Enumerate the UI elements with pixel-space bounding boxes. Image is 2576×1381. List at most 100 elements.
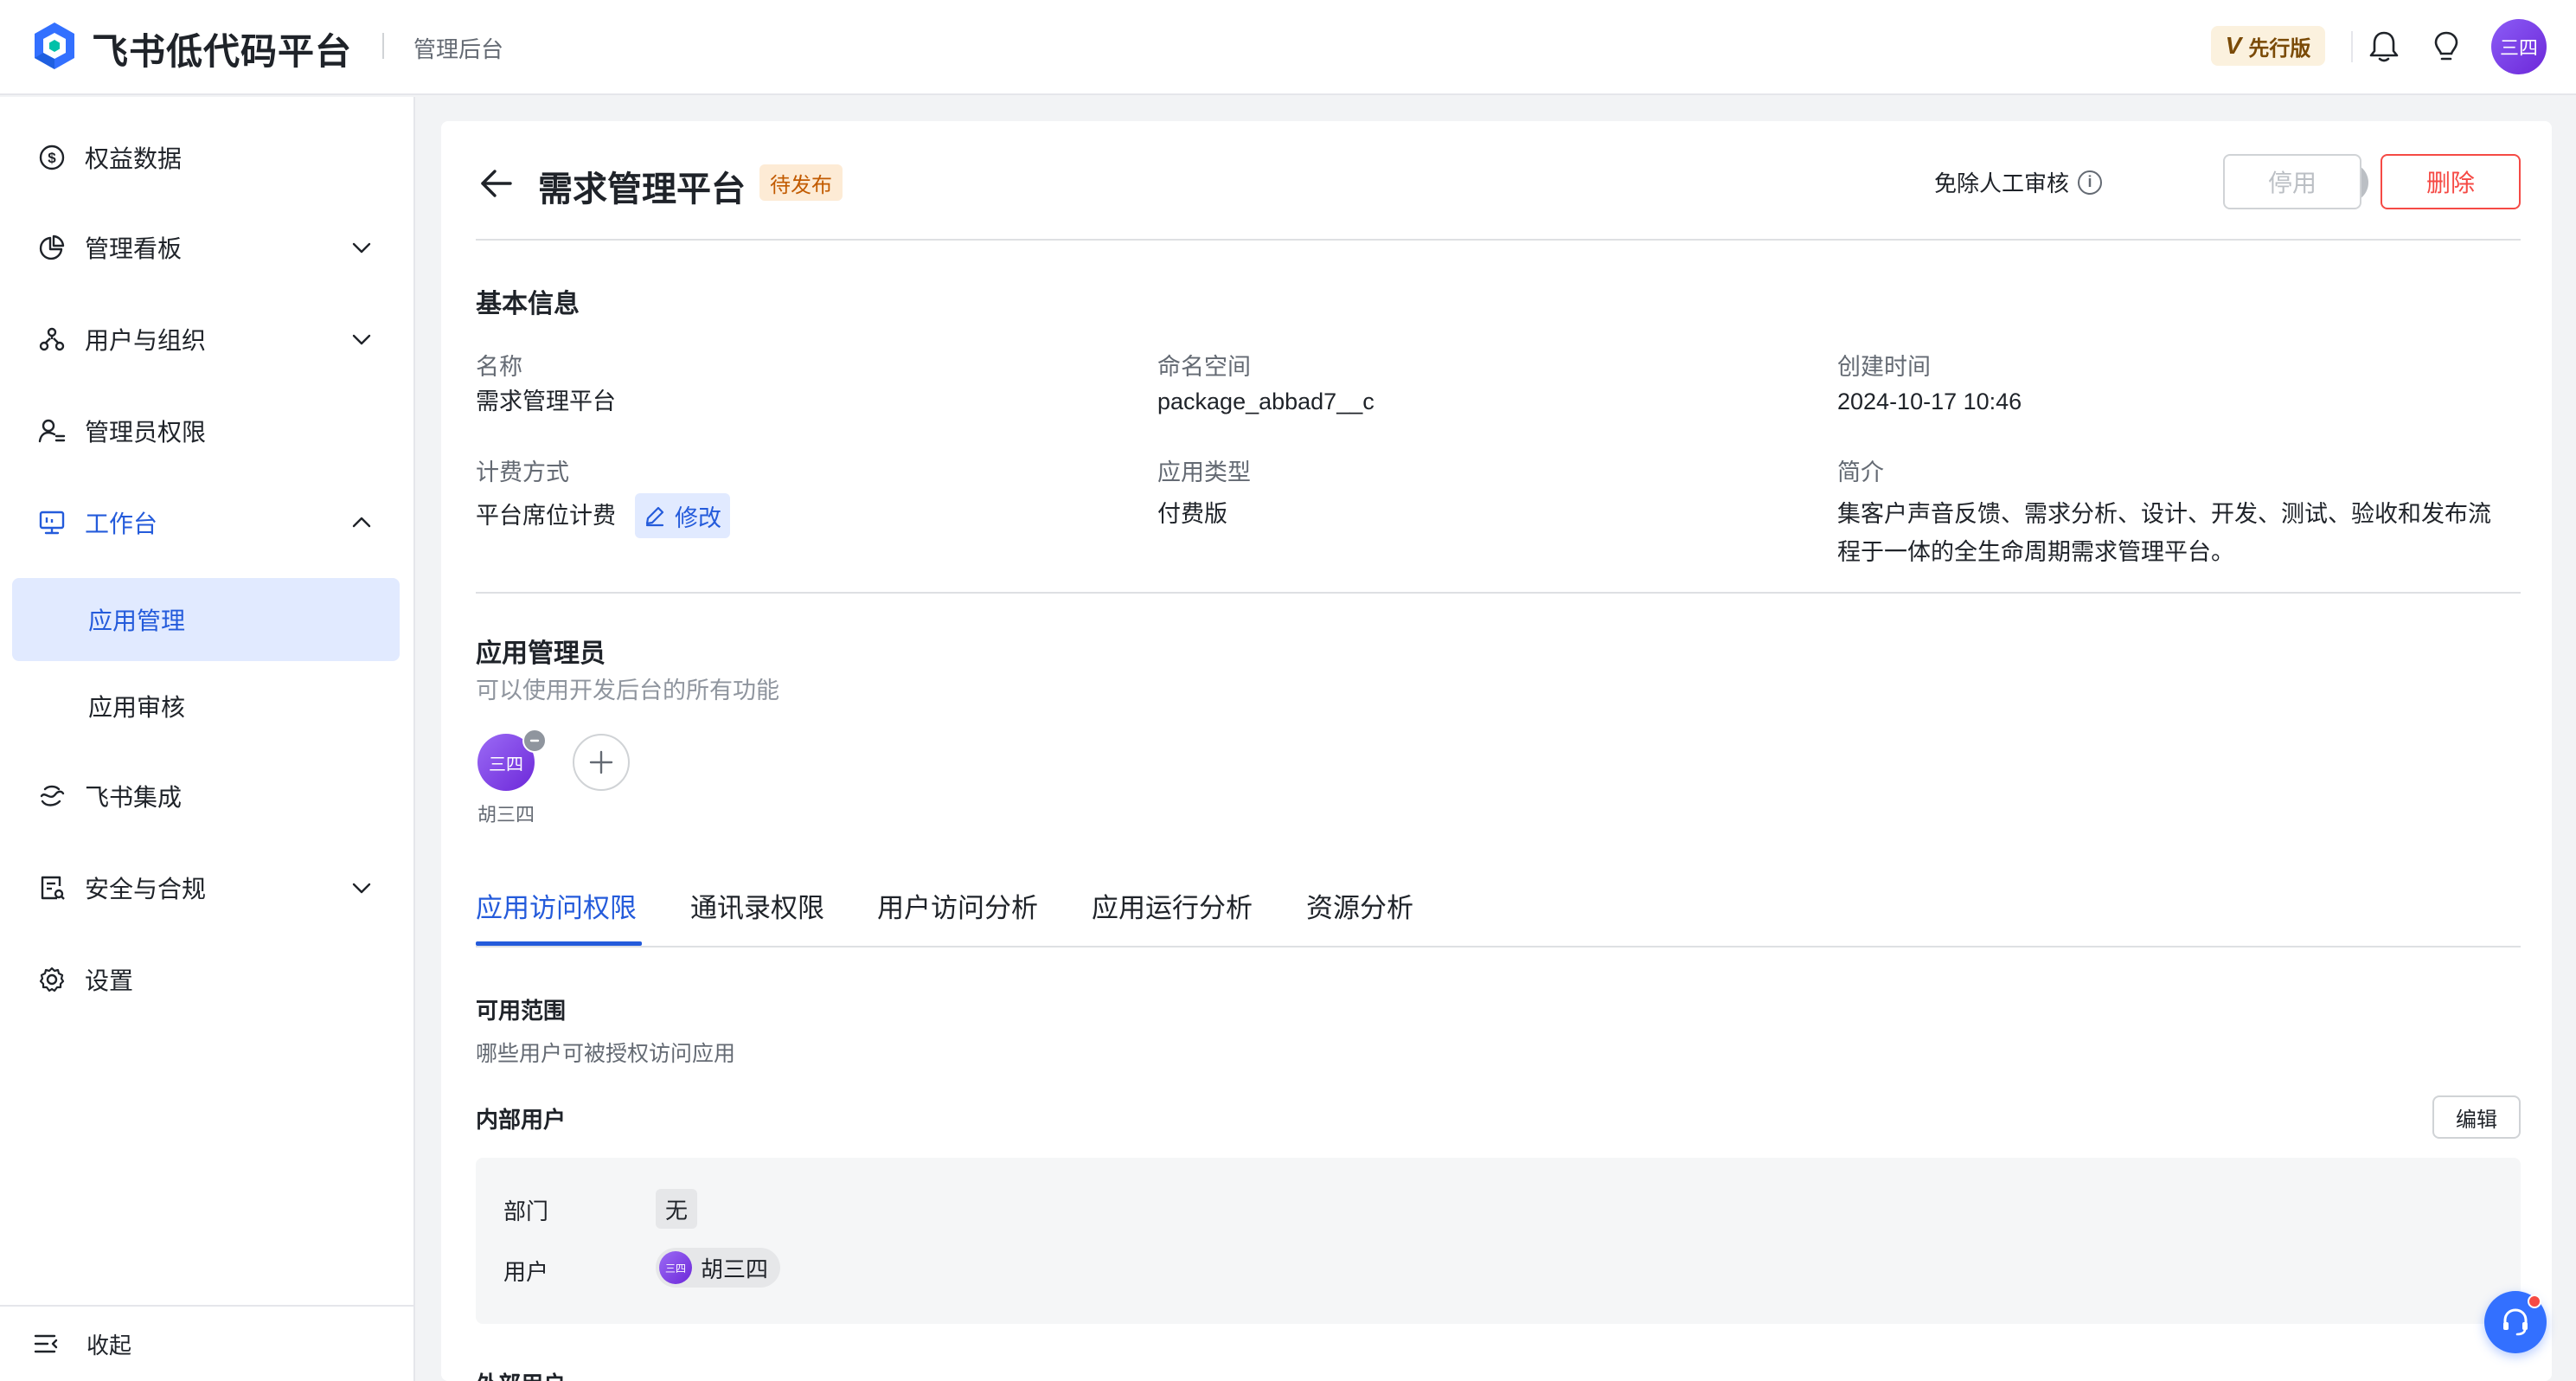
- user-avatar[interactable]: 三四: [2491, 19, 2547, 74]
- add-admin-button[interactable]: [573, 734, 630, 791]
- sidebar-item-label: 安全与合规: [85, 876, 207, 902]
- sidebar: $ 权益数据 管理看板 用户与组织 管理员权限 工作台 应用管理 应用审核 飞书…: [0, 97, 415, 1381]
- pencil-icon: [645, 506, 664, 527]
- headset-icon: [2503, 1308, 2528, 1336]
- tab-contacts-permission[interactable]: 通讯录权限: [690, 886, 824, 925]
- divider: [476, 592, 2521, 594]
- intro-value-line1: 集客户声音反馈、需求分析、设计、开发、测试、验收和发布流: [1837, 501, 2491, 527]
- sidebar-item-settings[interactable]: 设置: [12, 938, 400, 1021]
- user-chip[interactable]: 三四 胡三四: [656, 1248, 781, 1288]
- chevron-down-icon: [352, 334, 371, 345]
- sidebar-item-admin-permission[interactable]: 管理员权限: [12, 389, 400, 472]
- billing-edit-label: 修改: [675, 504, 721, 531]
- info-icon[interactable]: i: [2078, 170, 2103, 195]
- header-separator: [2351, 31, 2353, 62]
- sidebar-item-workbench[interactable]: 工作台: [12, 481, 400, 564]
- tab-user-access-analysis[interactable]: 用户访问分析: [877, 886, 1038, 925]
- edit-scope-button[interactable]: 编辑: [2432, 1095, 2521, 1139]
- review-exempt-label: 免除人工审核 i: [1934, 166, 2103, 198]
- tab-app-access[interactable]: 应用访问权限: [476, 886, 637, 925]
- header-subtitle: 管理后台: [413, 36, 504, 62]
- sidebar-item-label: 管理看板: [85, 235, 183, 262]
- svg-text:$: $: [48, 150, 56, 166]
- sidebar-item-label: 设置: [85, 967, 134, 994]
- dept-value: 无: [656, 1189, 697, 1229]
- monitor-icon: [36, 507, 67, 538]
- intro-label: 简介: [1837, 459, 1884, 485]
- dept-label: 部门: [503, 1198, 549, 1224]
- admin-name: 胡三四: [477, 804, 535, 825]
- tab-app-runtime-analysis[interactable]: 应用运行分析: [1092, 886, 1253, 925]
- sidebar-subitem-app-management[interactable]: 应用管理: [12, 578, 400, 661]
- app-type-label: 应用类型: [1157, 459, 1251, 485]
- security-doc-icon: [36, 872, 67, 903]
- back-arrow-icon[interactable]: [477, 164, 516, 202]
- lightbulb-icon[interactable]: [2427, 28, 2465, 66]
- namespace-value: package_abbad7__c: [1157, 389, 1375, 414]
- pie-chart-icon: [36, 232, 67, 263]
- disable-button[interactable]: 停用: [2223, 154, 2361, 209]
- created-time-value: 2024-10-17 10:46: [1837, 389, 2022, 414]
- sidebar-item-label: 工作台: [85, 511, 158, 537]
- internal-users-box: 部门 无 用户 三四 胡三四: [476, 1158, 2521, 1324]
- namespace-label: 命名空间: [1157, 354, 1251, 380]
- name-label: 名称: [476, 354, 522, 380]
- sidebar-item-label: 管理员权限: [85, 419, 207, 446]
- user-chip-name: 胡三四: [701, 1256, 769, 1282]
- tab-resource-analysis[interactable]: 资源分析: [1306, 886, 1413, 925]
- sidebar-collapse-button[interactable]: 收起: [0, 1305, 413, 1381]
- sidebar-item-users-org[interactable]: 用户与组织: [12, 298, 400, 381]
- sidebar-item-label: 权益数据: [85, 145, 183, 172]
- internal-users-title: 内部用户: [476, 1107, 567, 1133]
- app-detail-card: 需求管理平台 待发布 免除人工审核 i 停用 删除 基本信息 名称 需求管理平台…: [441, 121, 2552, 1381]
- app-logo-icon[interactable]: [31, 21, 78, 71]
- review-exempt-text: 免除人工审核: [1934, 170, 2070, 196]
- active-tab-indicator: [476, 941, 642, 946]
- chevron-up-icon: [352, 517, 371, 528]
- chevron-down-icon: [352, 242, 371, 254]
- sidebar-item-benefits[interactable]: $ 权益数据: [12, 116, 400, 199]
- version-badge-label: 先行版: [2248, 36, 2311, 61]
- chevron-down-icon: [352, 883, 371, 894]
- admin-user-icon: [36, 415, 67, 446]
- dollar-circle-icon: $: [36, 142, 67, 173]
- billing-edit-button[interactable]: 修改: [635, 493, 730, 538]
- collapse-menu-icon: [33, 1332, 61, 1356]
- plus-icon: [589, 750, 613, 774]
- header-divider: [382, 33, 384, 59]
- status-badge: 待发布: [759, 164, 843, 201]
- sidebar-subitem-app-review[interactable]: 应用审核: [12, 665, 400, 748]
- scope-desc: 哪些用户可被授权访问应用: [476, 1042, 736, 1066]
- page-title: 需求管理平台: [538, 170, 746, 209]
- sidebar-item-label: 用户与组织: [85, 327, 207, 354]
- org-icon: [36, 324, 67, 355]
- billing-label: 计费方式: [476, 459, 569, 485]
- version-mark: V: [2225, 32, 2242, 59]
- billing-value: 平台席位计费: [476, 503, 616, 529]
- version-badge[interactable]: V 先行版: [2211, 26, 2325, 66]
- user-label: 用户: [503, 1259, 549, 1285]
- brand-name: 飞书低代码平台: [92, 31, 353, 72]
- sidebar-item-security[interactable]: 安全与合规: [12, 846, 400, 929]
- basic-info-title: 基本信息: [476, 290, 580, 318]
- tabs-divider: [476, 946, 2521, 947]
- remove-admin-icon[interactable]: [522, 729, 547, 753]
- sidebar-item-feishu-integration[interactable]: 飞书集成: [12, 755, 400, 838]
- bell-icon[interactable]: [2365, 28, 2403, 66]
- external-users-title: 外部用户: [476, 1367, 566, 1381]
- intro-value-line2: 程于一体的全生命周期需求管理平台。: [1837, 539, 2234, 565]
- user-chip-avatar: 三四: [659, 1251, 692, 1284]
- collapse-label: 收起: [87, 1332, 132, 1359]
- integration-icon: [36, 780, 67, 812]
- scope-title: 可用范围: [476, 998, 567, 1024]
- app-admin-title: 应用管理员: [476, 639, 606, 668]
- app-type-value: 付费版: [1157, 501, 1227, 527]
- delete-button[interactable]: 删除: [2381, 154, 2521, 209]
- sidebar-item-label: 飞书集成: [85, 784, 183, 811]
- app-admin-desc: 可以使用开发后台的所有功能: [476, 678, 779, 703]
- divider: [476, 239, 2521, 241]
- notification-dot: [2528, 1294, 2541, 1308]
- top-header: 飞书低代码平台 管理后台 V 先行版 三四: [0, 0, 2576, 95]
- sidebar-item-dashboard[interactable]: 管理看板: [12, 206, 400, 289]
- created-time-label: 创建时间: [1837, 354, 1931, 380]
